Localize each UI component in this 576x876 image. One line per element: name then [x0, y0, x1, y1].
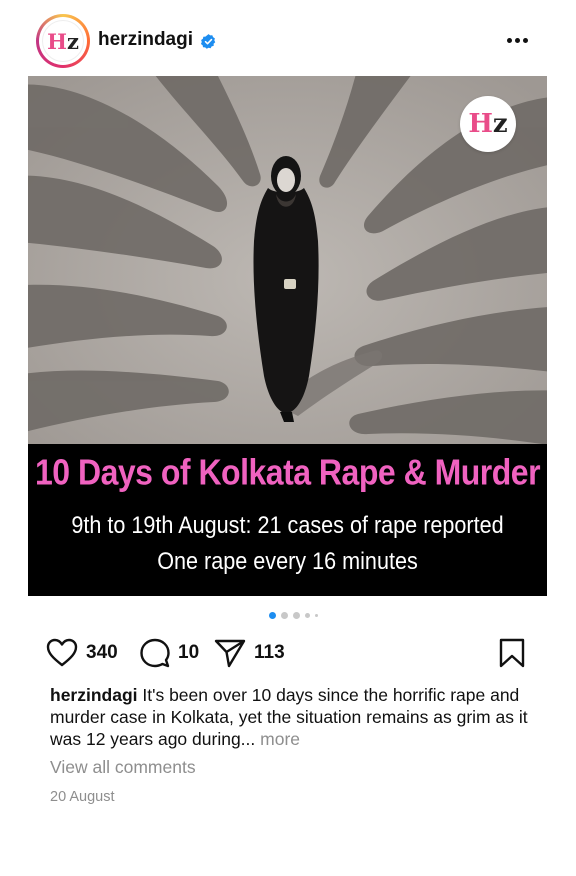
bookmark-icon[interactable]: [498, 638, 526, 668]
carousel-dot-1: [269, 612, 276, 619]
image-caption-box: 10 Days of Kolkata Rape & Murder 9th to …: [28, 444, 547, 596]
post-image[interactable]: Hz 10 Days of Kolkata Rape & Murder 9th …: [28, 76, 547, 596]
heart-icon: [46, 638, 78, 667]
caption-username[interactable]: herzindagi: [50, 685, 138, 705]
caption-more-link[interactable]: more: [260, 729, 300, 749]
image-headline: 10 Days of Kolkata Rape & Murder: [34, 451, 541, 493]
avatar-story-ring[interactable]: Hz: [36, 14, 90, 68]
post-username[interactable]: herzindagi: [98, 29, 193, 51]
image-subline-1: 9th to 19th August: 21 cases of rape rep…: [71, 512, 504, 539]
like-button[interactable]: 340: [46, 636, 118, 670]
avatar-logo-z: z: [66, 28, 79, 54]
more-options-icon[interactable]: [500, 27, 534, 53]
carousel-dot-5: [315, 614, 318, 617]
like-count: 340: [86, 642, 118, 663]
comment-bubble-icon: [140, 638, 170, 668]
image-subline-2: One rape every 16 minutes: [157, 548, 418, 575]
carousel-indicator: [269, 612, 318, 619]
view-all-comments-link[interactable]: View all comments: [50, 757, 196, 778]
brand-logo-badge: Hz: [460, 96, 516, 152]
carousel-dot-3: [293, 612, 300, 619]
post-header: Hz herzindagi: [0, 0, 576, 80]
verified-badge-icon: [200, 34, 216, 49]
avatar-logo-h: H: [47, 28, 67, 54]
carousel-dot-4: [305, 613, 310, 618]
carousel-dot-2: [281, 612, 288, 619]
post-caption: herzindagi It's been over 10 days since …: [50, 684, 530, 750]
comment-count: 10: [178, 642, 200, 663]
avatar: Hz: [42, 20, 84, 62]
send-paper-plane-icon: [214, 639, 246, 668]
post-actions: 340 10 113: [46, 636, 530, 670]
post-date: 20 August: [50, 789, 115, 805]
comment-button[interactable]: 10: [140, 636, 199, 670]
share-count: 113: [254, 642, 285, 663]
share-button[interactable]: 113: [214, 636, 285, 670]
